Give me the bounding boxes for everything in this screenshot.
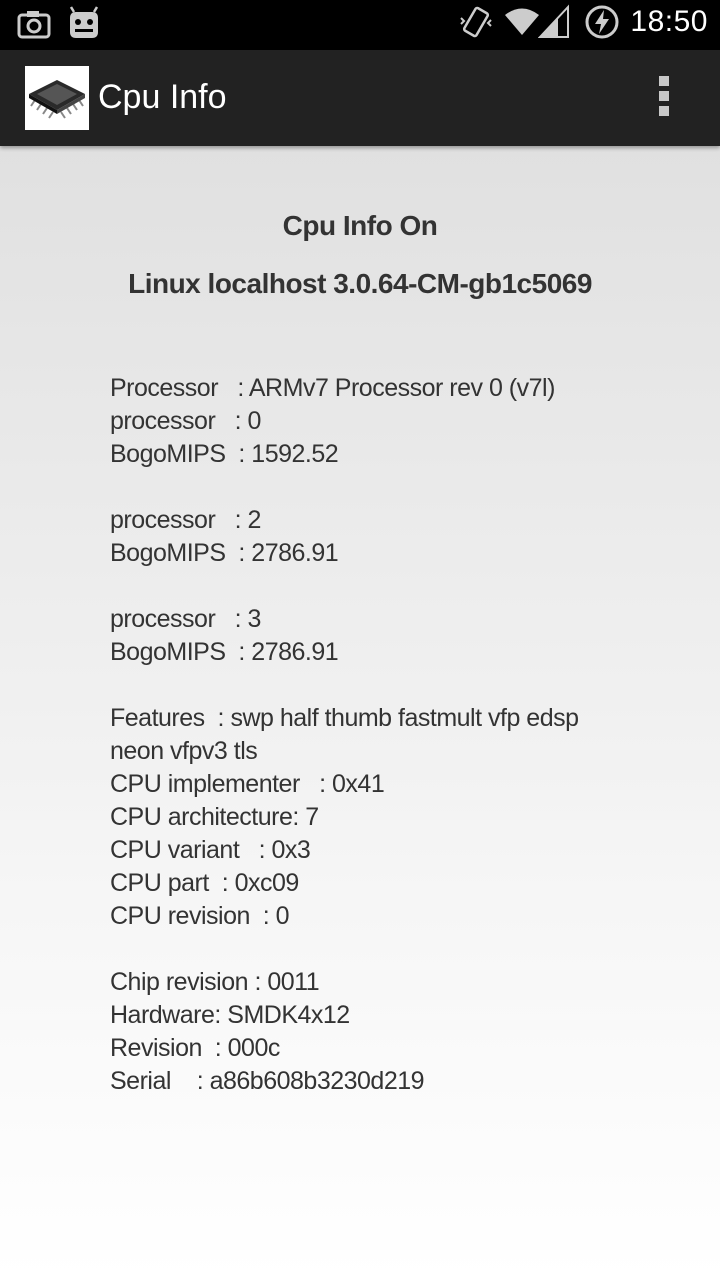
cpuinfo-line [110,570,690,603]
action-bar: Cpu Info [0,50,720,146]
cpuinfo-line: CPU implementer : 0x41 [110,770,385,798]
status-time: 18:50 [630,5,708,38]
cpuinfo-line: Chip revision : 0011 [110,968,320,996]
signal-icon [538,4,570,38]
cpuinfo-line [110,471,690,504]
cpuinfo-line: BogoMIPS : 1592.52 [110,440,339,468]
vibrate-icon [460,6,493,38]
cpuinfo-line: Hardware: SMDK4x12 [110,1001,350,1029]
cpuinfo-line: Serial : a86b608b3230d219 [110,1067,425,1095]
heading-kernel-version: Linux localhost 3.0.64-CM-gb1c5069 [128,268,592,299]
cpuinfo-line: CPU part : 0xc09 [110,869,299,897]
camera-icon [17,11,51,39]
cpuinfo-line: CPU architecture: 7 [110,803,319,831]
cpuinfo-line: Revision : 000c [110,1034,280,1062]
app-title: Cpu Info [98,78,227,116]
cyanogenmod-android-icon [69,6,99,38]
cpuinfo-line: processor : 2 [110,506,261,534]
cpu-info-content: Cpu Info On Linux localhost 3.0.64-CM-gb… [0,146,720,1280]
cpuinfo-line: processor : 3 [110,605,261,633]
cpuinfo-line: BogoMIPS : 2786.91 [110,638,339,666]
system-icons: 18:50 [458,4,708,40]
cpu-chip-icon [29,80,85,119]
battery-charging-icon [585,5,619,39]
cpuinfo-line [110,669,690,702]
cpuinfo-line: neon vfpv3 tls [110,737,258,765]
status-bar: 18:50 [0,0,720,50]
cpuinfo-line: CPU variant : 0x3 [110,836,311,864]
heading-cpu-info-on: Cpu Info On [282,210,438,241]
cpuinfo-line: BogoMIPS : 2786.91 [110,539,339,567]
cpuinfo-line: Processor : ARMv7 Processor rev 0 (v7l) [110,374,555,402]
overflow-menu-icon[interactable] [652,76,676,120]
notification-icons [16,6,102,42]
cpuinfo-text: Processor : ARMv7 Processor rev 0 (v7l) p… [110,372,690,1098]
cpuinfo-line: processor : 0 [110,407,261,435]
cpuinfo-line [110,933,690,966]
cpuinfo-line: CPU revision : 0 [110,902,290,930]
app-icon[interactable] [25,66,89,130]
wifi-icon [505,8,540,35]
cpuinfo-line: Features : swp half thumb fastmult vfp e… [110,704,579,732]
